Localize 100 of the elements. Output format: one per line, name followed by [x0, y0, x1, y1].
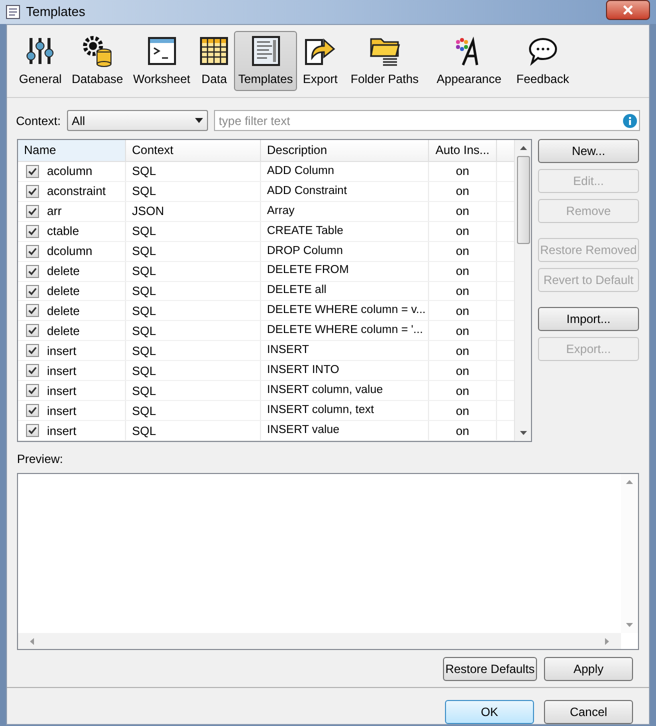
checkmark-icon [28, 326, 37, 336]
filter-field[interactable]: type filter text [214, 110, 640, 131]
context-dropdown[interactable]: All [66, 110, 208, 131]
vertical-scrollbar[interactable] [514, 140, 531, 441]
row-checkbox[interactable] [26, 244, 39, 258]
checkmark-icon [28, 386, 37, 396]
terminal-icon [148, 37, 176, 65]
table-cell: DELETE WHERE column = v... [261, 301, 429, 320]
row-checkbox[interactable] [26, 304, 39, 318]
row-checkbox[interactable] [26, 164, 39, 178]
window-title: Templates [26, 3, 86, 22]
toolbar-tab[interactable]: Export [298, 31, 342, 91]
checkmark-icon [28, 346, 37, 356]
template-name: insert [47, 362, 76, 380]
sliders-icon [25, 36, 56, 66]
document-icon [252, 36, 280, 66]
template-name: delete [47, 322, 80, 340]
dialog-button[interactable]: Cancel [544, 700, 633, 724]
table-cell: on [429, 341, 497, 360]
toolbar-tab[interactable]: Data [196, 31, 232, 91]
row-checkbox[interactable] [26, 344, 39, 358]
table-cell: SQL [126, 401, 261, 420]
context-label: Context: [16, 112, 61, 130]
table-cell: SQL [126, 361, 261, 380]
table-cell: INSERT column, text [261, 401, 429, 420]
table-cell: on [429, 242, 497, 261]
template-name: arr [47, 203, 62, 220]
column-header[interactable]: Description [261, 140, 429, 161]
row-checkbox[interactable] [26, 384, 39, 398]
table-cell: SQL [126, 321, 261, 340]
template-name: dcolumn [47, 243, 92, 260]
side-button[interactable]: New... [538, 139, 639, 163]
table-cell: SQL [126, 421, 261, 440]
template-name: insert [47, 402, 76, 420]
row-checkbox[interactable] [26, 404, 39, 418]
side-button[interactable]: Import... [538, 307, 639, 331]
table-cell: on [429, 321, 497, 340]
row-checkbox[interactable] [26, 324, 39, 338]
table-cell: Array [261, 202, 429, 221]
export-arrow-icon [304, 36, 336, 66]
table-cell: INSERT value [261, 421, 429, 440]
checkmark-icon [28, 186, 37, 196]
dropdown-arrow-icon [194, 118, 203, 123]
template-name: delete [47, 302, 80, 320]
checkmark-icon [28, 426, 37, 436]
table-cell: ADD Column [261, 162, 429, 181]
table-cell: DELETE all [261, 282, 429, 300]
table-cell: SQL [126, 341, 261, 360]
checkmark-icon [28, 406, 37, 416]
table-cell: ADD Constraint [261, 182, 429, 201]
page-button[interactable]: Apply [544, 657, 633, 681]
row-checkbox[interactable] [26, 224, 39, 238]
toolbar-tab[interactable]: Feedback [512, 31, 574, 91]
folder-icon [368, 36, 401, 66]
table-cell: SQL [126, 262, 261, 281]
checkmark-icon [28, 226, 37, 236]
toolbar-tab[interactable]: Database [68, 31, 128, 91]
template-name: aconstraint [47, 183, 106, 200]
checkmark-icon [28, 306, 37, 316]
row-checkbox[interactable] [26, 364, 39, 378]
grid-icon [200, 37, 228, 65]
column-header[interactable]: Context [126, 140, 261, 161]
table-cell: on [429, 282, 497, 300]
table-cell: DELETE FROM [261, 262, 429, 281]
table-cell: SQL [126, 242, 261, 261]
row-checkbox[interactable] [26, 264, 39, 278]
toolbar-tab[interactable]: Worksheet [129, 31, 194, 91]
dialog-button[interactable]: OK [445, 700, 534, 724]
table-cell: on [429, 381, 497, 400]
column-header[interactable]: Auto Ins... [429, 140, 497, 161]
table-cell: on [429, 202, 497, 221]
table-cell: on [429, 401, 497, 420]
table-cell: on [429, 361, 497, 380]
table-cell: on [429, 162, 497, 181]
checkmark-icon [28, 206, 37, 216]
toolbar-tab[interactable]: Folder Paths [344, 31, 426, 91]
table-cell: CREATE Table [261, 222, 429, 241]
gear-database-icon [81, 35, 114, 67]
checkmark-icon [28, 166, 37, 176]
template-name: acolumn [47, 163, 92, 180]
page-button[interactable]: Restore Defaults [443, 657, 537, 681]
row-checkbox[interactable] [26, 184, 39, 198]
toolbar-tab[interactable]: Appearance [428, 31, 510, 91]
row-checkbox[interactable] [26, 424, 39, 438]
row-checkbox[interactable] [26, 284, 39, 298]
template-name: insert [47, 422, 76, 440]
row-checkbox[interactable] [26, 204, 39, 218]
close-button[interactable] [606, 0, 650, 20]
table-cell: on [429, 182, 497, 201]
table-cell: on [429, 301, 497, 320]
checkmark-icon [28, 246, 37, 256]
info-icon[interactable] [623, 114, 637, 128]
toolbar-tab[interactable]: General [15, 31, 66, 91]
scroll-thumb[interactable] [516, 156, 530, 244]
table-cell: SQL [126, 222, 261, 241]
table-cell: SQL [126, 301, 261, 320]
toolbar-tab[interactable]: Templates [234, 31, 297, 91]
speech-bubble-icon [528, 36, 558, 66]
window-icon [6, 5, 20, 19]
column-header[interactable]: Name [18, 140, 126, 161]
